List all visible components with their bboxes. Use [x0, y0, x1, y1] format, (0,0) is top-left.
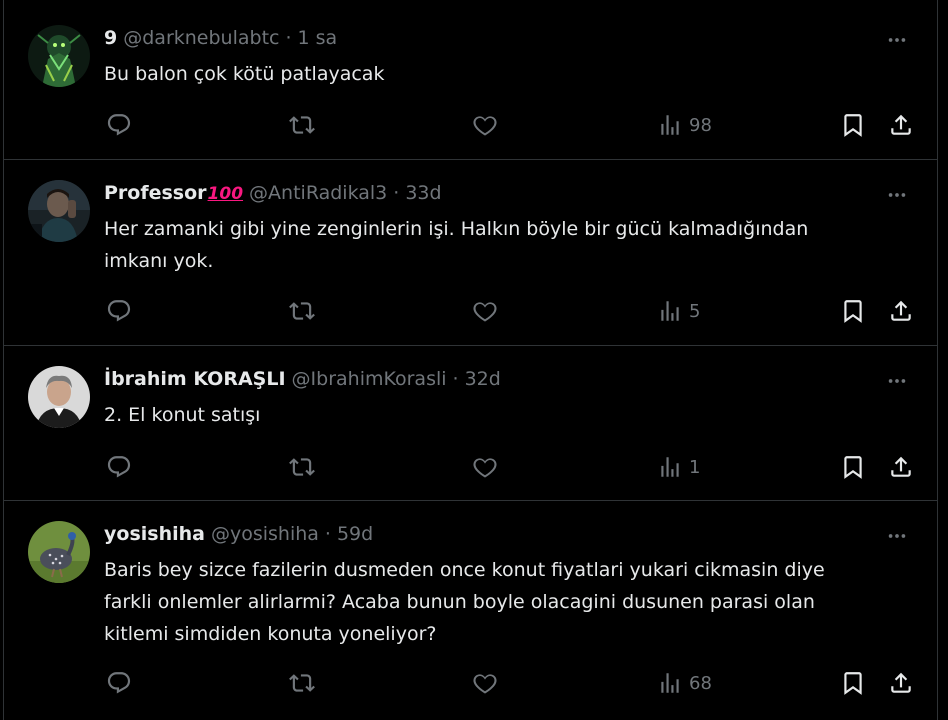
timestamp[interactable]: 32d [465, 368, 501, 390]
views-button[interactable]: 5 [657, 296, 700, 326]
bookmark-icon [844, 456, 862, 479]
views-button[interactable]: 1 [657, 452, 700, 482]
display-name[interactable]: İbrahim KORAŞLI [104, 368, 286, 390]
views-count: 98 [689, 114, 712, 136]
share-button[interactable] [888, 452, 914, 482]
username-handle[interactable]: @yosishiha [211, 523, 319, 545]
views-icon [661, 673, 679, 693]
avatar[interactable] [28, 366, 90, 428]
retweet-icon [289, 458, 315, 476]
hundred-points-emoji: 100 [207, 184, 244, 204]
share-icon [891, 300, 911, 321]
bookmark-icon [844, 114, 862, 137]
views-icon [661, 115, 679, 135]
action-bar: 5 [104, 296, 919, 326]
tweet-header: Professor 100 @AntiRadikal3 · 33d [104, 182, 442, 208]
bookmark-icon [844, 672, 862, 695]
bookmark-button[interactable] [840, 110, 866, 140]
display-name[interactable]: 9 [104, 27, 117, 49]
action-bar: 1 [104, 452, 919, 482]
more-icon[interactable] [885, 183, 909, 207]
views-count: 68 [689, 672, 712, 694]
username-handle[interactable]: @IbrahimKorasli [292, 368, 447, 390]
separator-dot: · [324, 523, 331, 545]
like-icon [473, 458, 497, 478]
tweet-header: yosishiha @yosishiha · 59d [104, 523, 373, 549]
timestamp[interactable]: 59d [337, 523, 373, 545]
tweet-text: Her zamanki gibi yine zenginlerin işi. H… [104, 218, 809, 272]
reply-icon [107, 114, 131, 136]
retweet-button[interactable] [289, 452, 315, 482]
action-bar: 68 [104, 668, 919, 698]
retweet-icon [289, 116, 315, 134]
avatar[interactable] [28, 25, 90, 87]
reply-icon [107, 456, 131, 478]
tweet-header: 9 @darknebulabtc · 1 sa [104, 27, 337, 53]
like-button[interactable] [472, 296, 498, 326]
bookmark-button[interactable] [840, 668, 866, 698]
like-icon [473, 116, 497, 136]
share-icon [891, 672, 911, 693]
display-name[interactable]: yosishiha [104, 523, 205, 545]
timestamp[interactable]: 33d [405, 182, 441, 204]
bookmark-button[interactable] [840, 296, 866, 326]
more-icon[interactable] [885, 369, 909, 393]
reply-button[interactable] [106, 452, 132, 482]
views-button[interactable]: 98 [657, 110, 712, 140]
reply-button[interactable] [106, 296, 132, 326]
bookmark-icon [844, 300, 862, 323]
share-button[interactable] [888, 668, 914, 698]
share-icon [891, 114, 911, 135]
display-name[interactable]: Professor [104, 182, 207, 204]
bookmark-button[interactable] [840, 452, 866, 482]
tweet-2[interactable]: Professor 100 @AntiRadikal3 · 33d Her za… [4, 160, 937, 346]
reply-icon [107, 672, 131, 694]
tweet-4[interactable]: yosishiha @yosishiha · 59d Baris bey siz… [4, 501, 937, 720]
like-icon [473, 674, 497, 694]
views-icon [661, 301, 679, 321]
tweet-text: Bu balon çok kötü patlayacak [104, 63, 385, 85]
separator-dot: · [452, 368, 459, 390]
like-button[interactable] [472, 452, 498, 482]
username-handle[interactable]: @AntiRadikal3 [249, 182, 387, 204]
views-button[interactable]: 68 [657, 668, 712, 698]
share-button[interactable] [888, 110, 914, 140]
like-button[interactable] [472, 110, 498, 140]
reply-button[interactable] [106, 110, 132, 140]
more-icon[interactable] [885, 28, 909, 52]
more-icon[interactable] [885, 524, 909, 548]
timestamp[interactable]: 1 sa [298, 27, 338, 49]
retweet-button[interactable] [289, 296, 315, 326]
tweet-3[interactable]: İbrahim KORAŞLI @IbrahimKorasli · 32d 2.… [4, 346, 937, 501]
tweet-text: 2. El konut satışı [104, 404, 261, 426]
separator-dot: · [393, 182, 400, 204]
separator-dot: · [285, 27, 292, 49]
retweet-icon [289, 674, 315, 692]
tweet-1[interactable]: 9 @darknebulabtc · 1 sa Bu balon çok köt… [4, 0, 937, 160]
views-count: 1 [689, 456, 701, 478]
retweet-icon [289, 302, 315, 320]
like-icon [473, 302, 497, 322]
retweet-button[interactable] [289, 668, 315, 698]
retweet-button[interactable] [289, 110, 315, 140]
reply-button[interactable] [106, 668, 132, 698]
reply-icon [107, 300, 131, 322]
avatar[interactable] [28, 180, 90, 242]
views-count: 5 [689, 300, 701, 322]
like-button[interactable] [472, 668, 498, 698]
reply-timeline: 9 @darknebulabtc · 1 sa Bu balon çok köt… [3, 0, 938, 720]
avatar[interactable] [28, 521, 90, 583]
tweet-text: Baris bey sizce fazilerin dusmeden once … [104, 559, 825, 645]
username-handle[interactable]: @darknebulabtc [123, 27, 279, 49]
share-button[interactable] [888, 296, 914, 326]
views-icon [661, 457, 679, 477]
share-icon [891, 456, 911, 477]
tweet-header: İbrahim KORAŞLI @IbrahimKorasli · 32d [104, 368, 501, 394]
action-bar: 98 [104, 110, 919, 140]
